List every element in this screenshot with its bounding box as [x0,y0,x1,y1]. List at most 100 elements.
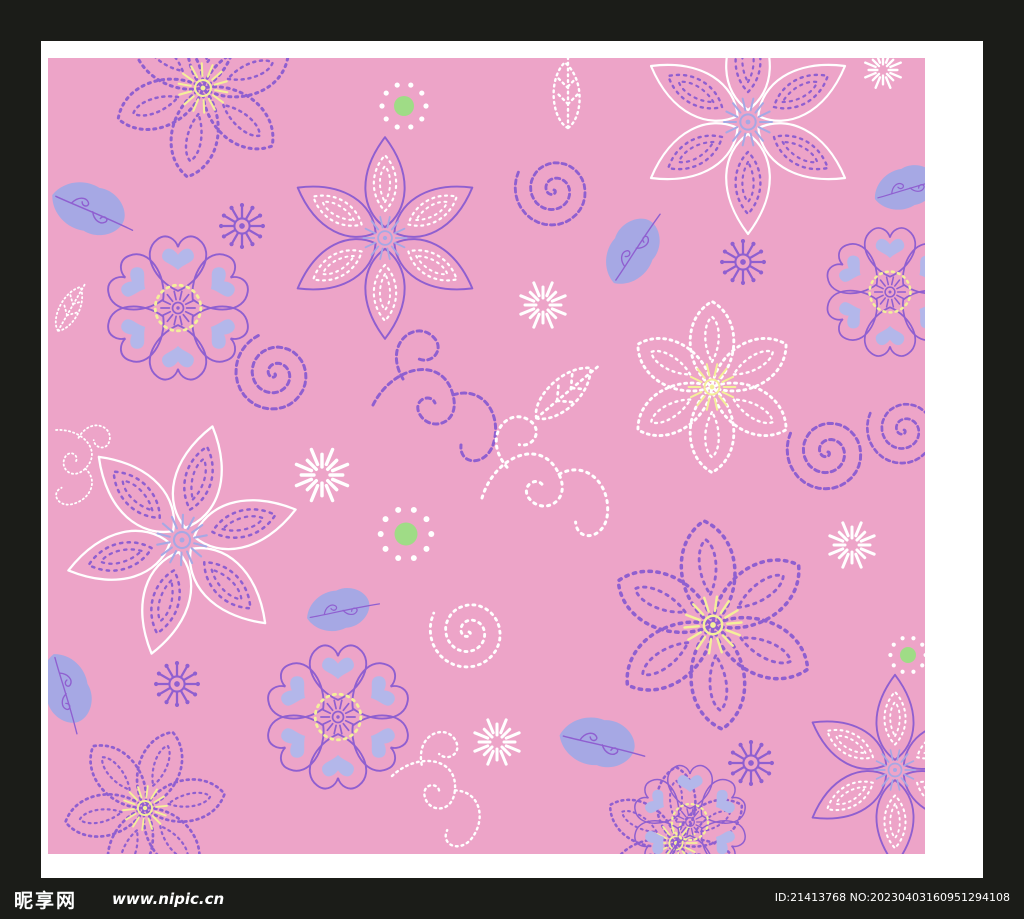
spike-tip [219,223,224,229]
ring-dot [379,103,385,109]
green-dot [394,522,418,546]
ring-dot [419,116,425,122]
site-url: www.nipic.cn [112,890,225,908]
floral-pattern [48,58,925,854]
spike-tip [748,740,754,745]
spike-tip [174,661,180,666]
ring-dot [410,555,417,562]
center-dot [336,715,340,719]
spike-tip [722,249,727,254]
center-ray [683,625,700,629]
spike-tip [164,663,169,668]
ring-dot [900,636,905,641]
spike-tip [751,241,756,246]
spike-tip [156,671,161,676]
spike-tip [156,692,161,697]
spike-center-dot [748,760,754,766]
spike-tip [239,244,245,249]
green-dot [900,647,916,663]
ring-dot [920,663,925,668]
ring-dot [377,531,384,537]
site-logo: 昵享网 [14,890,78,912]
center-dot [176,306,180,310]
center-dot [382,235,388,241]
heart-flower [107,235,249,381]
ring-dot [395,555,402,562]
spike-tip [728,760,733,766]
center-dot [688,820,692,824]
spike-tip [229,242,234,247]
spike-tip [258,213,263,218]
spike-tip [740,239,746,244]
spike-tip [174,702,180,707]
ring-dot [382,516,389,523]
spike-tip [761,259,766,265]
spike-tip [229,205,234,210]
spike-tip [730,750,735,755]
ring-dot [423,103,429,109]
image-id: ID:21413768 NO:20230403160951294108 [774,891,1010,904]
spike-tip [185,700,190,705]
center-dot [892,767,898,773]
ring-dot [408,124,414,130]
spike-tip [767,771,772,776]
spike-tip [195,681,200,687]
green-dot [394,96,414,116]
ring-dot [394,124,400,130]
spike-tip [730,771,735,776]
spike-tip [250,242,255,247]
ring-dot [419,90,425,96]
spike-tip [258,234,263,239]
spike-tip [221,234,226,239]
ring-dot [891,663,896,668]
ring-dot [920,642,925,647]
spike-tip [767,750,772,755]
center-ray [726,621,743,625]
spike-tip [751,278,756,283]
spike-tip [759,270,764,275]
spike-center-dot [740,259,746,265]
ring-dot [383,116,389,122]
pattern-svg [48,58,925,854]
watermark-bar: 昵享网 www.nipic.cn ID:21413768 NO:20230403… [0,878,1024,919]
ring-dot [888,652,893,658]
center-dot [709,384,715,390]
ring-dot [423,516,430,523]
spike-tip [759,249,764,254]
spike-tip [759,779,764,784]
spike-tip [738,779,743,784]
spike-tip [720,259,725,265]
center-dot [745,119,751,125]
ring-dot [900,669,905,674]
spike-tip [722,270,727,275]
ring-dot [423,545,430,552]
spike-center-dot [239,223,245,229]
ring-dot [428,531,435,537]
ring-dot [382,545,389,552]
ring-dot [891,642,896,647]
spike-center-dot [174,681,180,687]
spike-tip [193,671,198,676]
spike-tip [193,692,198,697]
spike-tip [260,223,265,229]
spike-tip [769,760,774,766]
spike-tip [185,663,190,668]
ring-dot [383,90,389,96]
ring-dot [408,82,414,88]
spike-tip [730,278,735,283]
ring-dot [395,506,402,513]
center-dot [888,290,892,294]
spike-tip [730,241,735,246]
spike-tip [250,205,255,210]
spike-tip [221,213,226,218]
ring-dot [911,669,916,674]
spike-tip [759,742,764,747]
ring-dot [394,82,400,88]
spike-tip [738,742,743,747]
spike-tip [239,203,245,208]
spike-tip [748,781,754,786]
spike-tip [154,681,159,687]
heart-flower [267,644,409,790]
ring-dot [410,506,417,513]
artwork-canvas: 昵享网 www.nipic.cn ID:21413768 NO:20230403… [0,0,1024,919]
